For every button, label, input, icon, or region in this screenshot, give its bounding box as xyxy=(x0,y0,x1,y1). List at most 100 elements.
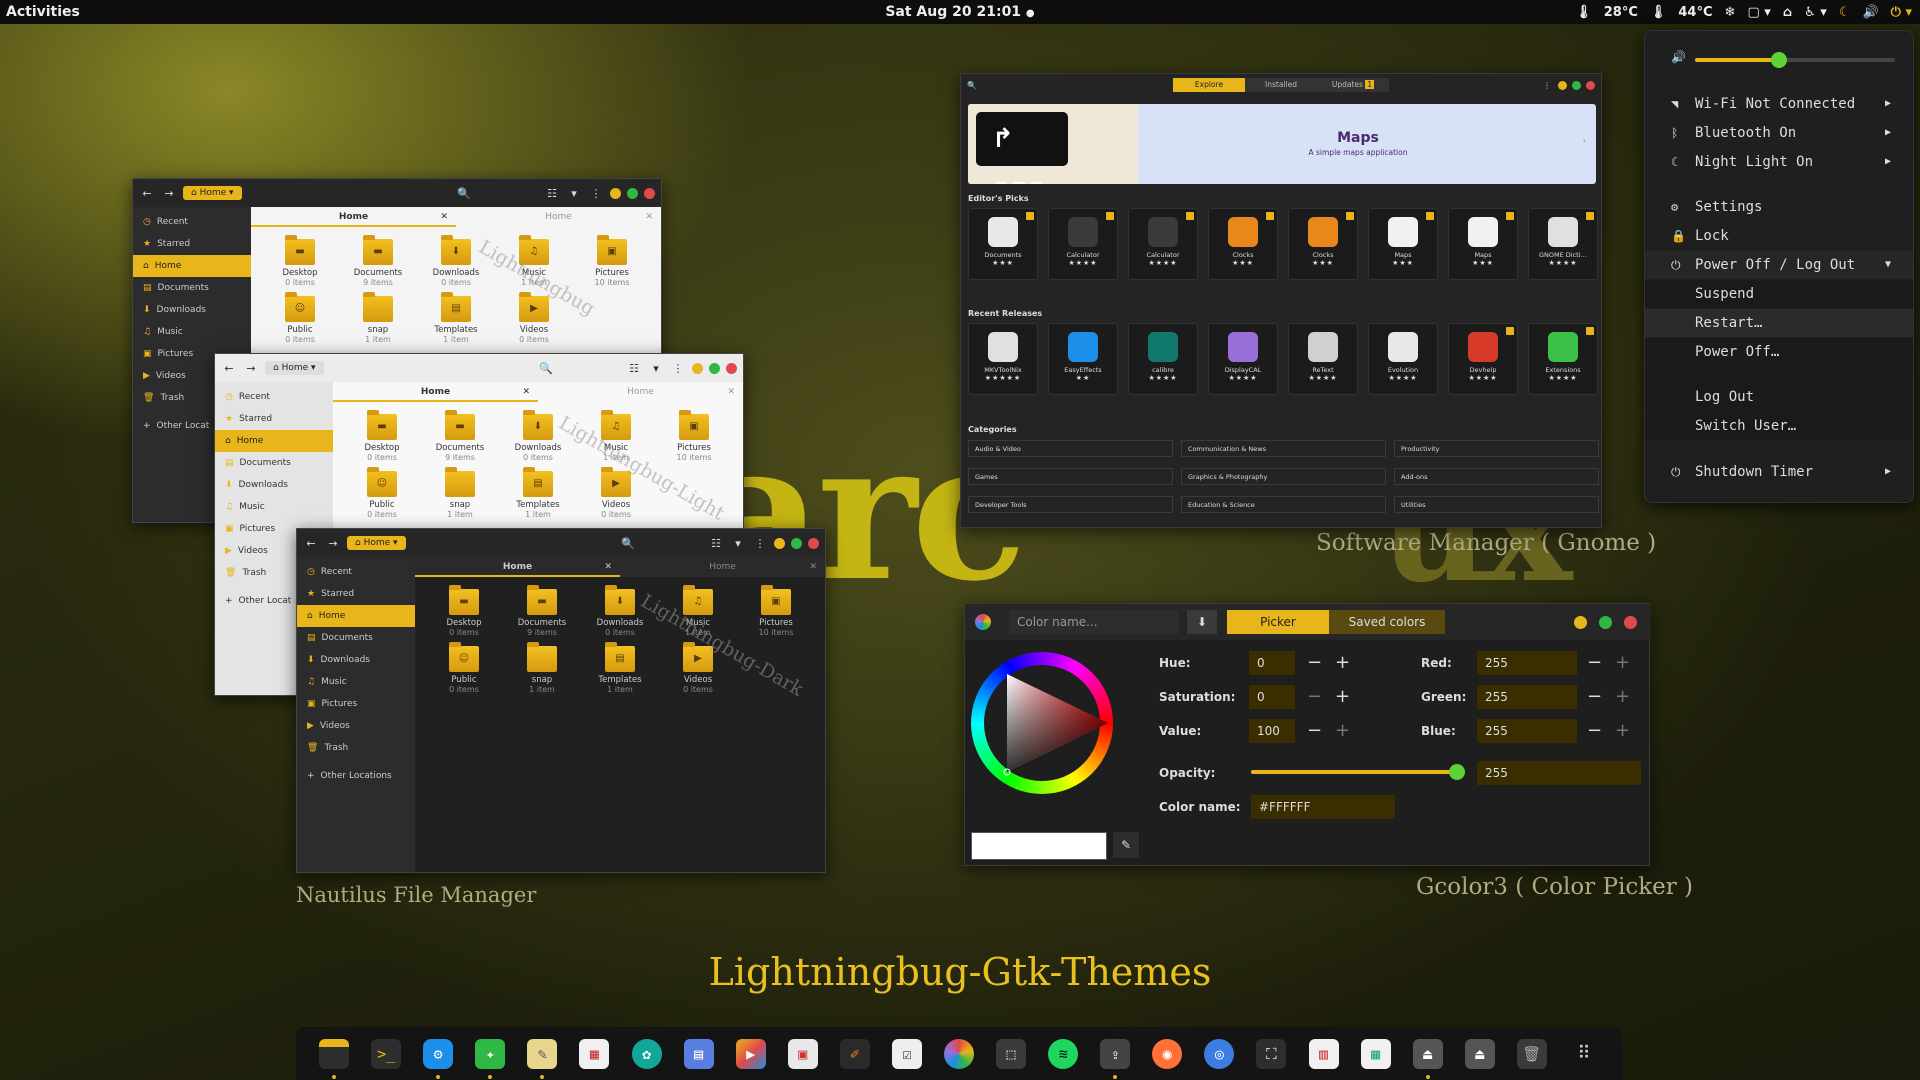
activities-button[interactable]: Activities xyxy=(6,4,80,20)
home-icon[interactable]: ⌂ xyxy=(1783,5,1792,20)
back-icon[interactable]: ← xyxy=(303,537,319,550)
files-app-icon[interactable] xyxy=(319,1038,350,1079)
maximize-button[interactable] xyxy=(1599,616,1612,629)
log-out-menu-item[interactable]: Log Out xyxy=(1645,383,1913,411)
night-light-menu-item[interactable]: ☾ Night Light On ▶ xyxy=(1645,148,1913,176)
sidebar-item-documents[interactable]: ▤ Documents xyxy=(133,277,251,299)
minimize-button[interactable] xyxy=(1558,80,1567,90)
folder-pictures[interactable]: ▣ Pictures 10 items xyxy=(655,410,733,463)
maximize-button[interactable] xyxy=(627,187,638,199)
sidebar-item-home[interactable]: ⌂ Home xyxy=(133,255,251,277)
tab-home-2[interactable]: Home ✕ xyxy=(538,382,743,402)
opacity-slider[interactable] xyxy=(1251,764,1465,780)
tab-home[interactable]: Home ✕ xyxy=(333,382,538,402)
tab-explore[interactable]: Explore xyxy=(1173,78,1245,92)
tab-installed[interactable]: Installed xyxy=(1245,78,1317,92)
sidebar-item-downloads[interactable]: ⬇ Downloads xyxy=(297,649,415,671)
sidebar-item-videos[interactable]: ▶ Videos xyxy=(297,715,415,737)
volume-icon[interactable]: 🔊 xyxy=(1862,5,1878,20)
close-button[interactable] xyxy=(726,362,737,374)
chevron-down-icon[interactable]: ▾ xyxy=(566,187,582,200)
value-increment[interactable]: + xyxy=(1335,721,1350,741)
value-input[interactable]: 100 xyxy=(1249,719,1295,743)
close-button[interactable] xyxy=(644,187,655,199)
app-card[interactable]: Maps ★★★ xyxy=(1368,208,1438,280)
spreadsheet-app-icon[interactable]: ▦ xyxy=(1360,1038,1391,1069)
tab-home-2[interactable]: Home ✕ xyxy=(620,557,825,577)
forward-icon[interactable]: → xyxy=(325,537,341,550)
close-button[interactable] xyxy=(1586,80,1595,90)
blue-increment[interactable]: + xyxy=(1615,721,1630,741)
app-card[interactable]: Clocks ★★★ xyxy=(1288,208,1358,280)
app-card[interactable]: Extensions ★★★★ xyxy=(1528,323,1598,395)
search-icon[interactable]: 🔍 xyxy=(538,362,554,375)
hex-input[interactable]: #FFFFFF xyxy=(1251,795,1395,819)
browser-app-icon[interactable]: ◎ xyxy=(1204,1038,1235,1069)
folder-public[interactable]: ☺ Public 0 items xyxy=(261,292,339,345)
folder-documents[interactable]: ▬ Documents 9 items xyxy=(503,585,581,638)
power-off-menu-item[interactable]: Power Off… xyxy=(1645,338,1913,366)
back-icon[interactable]: ← xyxy=(221,362,237,375)
sidebar-item-documents[interactable]: ▤ Documents xyxy=(297,627,415,649)
sidebar-item-documents[interactable]: ▤ Documents xyxy=(215,452,333,474)
red-decrement[interactable]: − xyxy=(1587,653,1602,673)
sidebar-item-recent[interactable]: ◷ Recent xyxy=(133,211,251,233)
switch-user-menu-item[interactable]: Switch User… xyxy=(1645,412,1913,440)
upload-app-icon[interactable]: ⇪ xyxy=(1100,1038,1131,1079)
path-bar[interactable]: ⌂ Home ▾ xyxy=(347,536,406,550)
maximize-button[interactable] xyxy=(791,537,802,549)
sidebar-item-starred[interactable]: ★ Starred xyxy=(133,233,251,255)
green-input[interactable]: 255 xyxy=(1477,685,1577,709)
software-app-icon[interactable]: ▣ xyxy=(787,1038,818,1069)
folder-snap[interactable]: snap 1 item xyxy=(421,467,499,520)
blue-decrement[interactable]: − xyxy=(1587,721,1602,741)
tab-saved-colors[interactable]: Saved colors xyxy=(1329,610,1445,634)
tab-home[interactable]: Home ✕ xyxy=(415,557,620,577)
folder-templates[interactable]: ▤ Templates 1 item xyxy=(499,467,577,520)
saturation-increment[interactable]: + xyxy=(1335,687,1350,707)
category-button[interactable]: Audio & Video xyxy=(968,440,1173,457)
path-bar[interactable]: ⌂ Home ▾ xyxy=(265,361,324,375)
chevron-down-icon[interactable]: ▾ xyxy=(730,537,746,550)
chevron-down-icon[interactable]: ▾ xyxy=(648,362,664,375)
tab-updates[interactable]: Updates 1 xyxy=(1317,78,1389,92)
eyedropper-icon[interactable]: ✎ xyxy=(1113,832,1139,858)
minimize-button[interactable] xyxy=(610,187,621,199)
sidebar-item-downloads[interactable]: ⬇ Downloads xyxy=(133,299,251,321)
category-button[interactable]: Graphics & Photography xyxy=(1181,468,1386,485)
search-icon[interactable]: 🔍 xyxy=(620,537,636,550)
category-button[interactable]: Developer Tools xyxy=(968,496,1173,513)
folder-snap[interactable]: snap 1 item xyxy=(503,642,581,695)
red-input[interactable]: 255 xyxy=(1477,651,1577,675)
trash-app-icon[interactable]: 🗑 xyxy=(1516,1038,1547,1069)
maximize-button[interactable] xyxy=(709,362,720,374)
clipboard-icon[interactable]: ▢ ▾ xyxy=(1747,5,1770,20)
drive-2-app-icon[interactable]: ⏏ xyxy=(1464,1038,1495,1069)
screenshot-app-icon[interactable]: ⬚ xyxy=(996,1038,1027,1069)
minimize-button[interactable] xyxy=(774,537,785,549)
tab-picker[interactable]: Picker xyxy=(1227,610,1329,634)
menu-icon[interactable]: ⋮ xyxy=(670,362,686,375)
drive-app-icon[interactable]: ⏏ xyxy=(1412,1038,1443,1079)
app-card[interactable]: Calculator ★★★★ xyxy=(1048,208,1118,280)
folder-public[interactable]: ☺ Public 0 items xyxy=(343,467,421,520)
folder-pictures[interactable]: ▣ Pictures 10 items xyxy=(737,585,815,638)
power-menu-item[interactable]: ⏻ Power Off / Log Out ▼ xyxy=(1645,251,1913,279)
menu-icon[interactable]: ⋮ xyxy=(752,537,768,550)
text-editor-app-icon[interactable]: ✎ xyxy=(527,1038,558,1079)
folder-documents[interactable]: ▬ Documents 9 items xyxy=(339,235,417,288)
category-button[interactable]: Communication & News xyxy=(1181,440,1386,457)
firefox-app-icon[interactable]: ◉ xyxy=(1152,1038,1183,1069)
category-button[interactable]: Add-ons xyxy=(1394,468,1599,485)
red-increment[interactable]: + xyxy=(1615,653,1630,673)
folder-desktop[interactable]: ▬ Desktop 0 items xyxy=(425,585,503,638)
accessibility-icon[interactable]: ♿ ▾ xyxy=(1804,5,1827,20)
extension-manager-app-icon[interactable]: ✦ xyxy=(475,1038,506,1079)
volume-slider[interactable] xyxy=(1695,52,1895,68)
chevron-right-icon[interactable]: › xyxy=(1583,136,1586,145)
app-card[interactable]: Calculator ★★★★ xyxy=(1128,208,1198,280)
system-tray[interactable]: 🌡 28°C 🌡 44°C ❄ ▢ ▾ ⌂ ♿ ▾ ☾ 🔊 ⏻ ▾ xyxy=(1575,5,1912,20)
hue-increment[interactable]: + xyxy=(1335,653,1350,673)
sidebar-item-recent[interactable]: ◷ Recent xyxy=(215,386,333,408)
menu-icon[interactable]: ⋮ xyxy=(588,187,604,200)
